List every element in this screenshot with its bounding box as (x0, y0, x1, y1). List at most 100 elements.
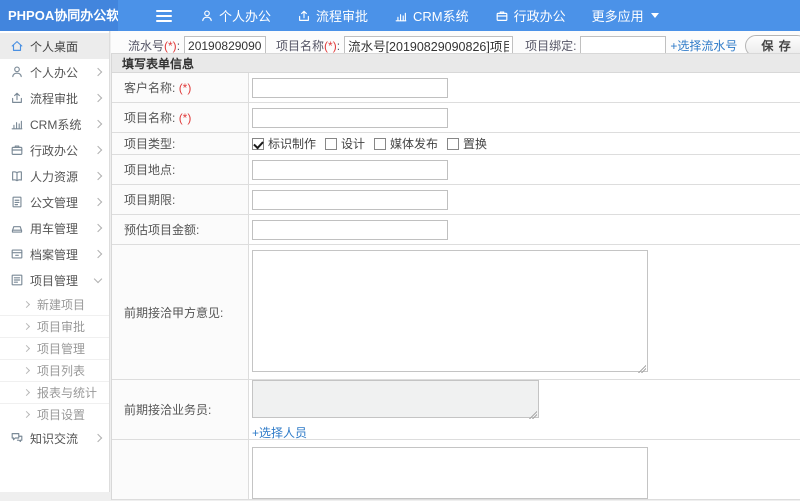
field-label-project-type: 项目类型: (112, 133, 249, 154)
field-area-project-duration (249, 185, 800, 214)
field-area-salesperson: +选择人员 (249, 380, 800, 439)
form-row-extra (112, 440, 800, 500)
chevron-right-icon (94, 68, 102, 76)
project-name-label: 项目名称(*): (276, 37, 340, 54)
caret-down-icon (651, 13, 659, 18)
topnav-item-personal-office[interactable]: 个人办公 (200, 6, 271, 25)
sidebar: 个人桌面个人办公流程审批CRM系统行政办公人力资源公文管理用车管理档案管理项目管… (0, 31, 110, 492)
chevron-right-icon (94, 198, 102, 206)
chevron-right-icon (94, 250, 102, 258)
chevron-right-icon (94, 146, 102, 154)
sidebar-item-project-management[interactable]: 项目管理 (0, 267, 109, 293)
sidebar-subitem-project-settings[interactable]: 项目设置 (0, 403, 109, 425)
checkbox-box-icon[interactable] (252, 138, 264, 150)
chevron-right-icon (94, 224, 102, 232)
form-section-title: 填写表单信息 (112, 53, 800, 73)
chevron-right-icon (23, 323, 30, 330)
home-icon (10, 39, 24, 53)
briefcase-icon (495, 9, 509, 23)
field-area-project-type: 标识制作设计媒体发布置换 (249, 133, 800, 154)
flow-icon (297, 9, 311, 23)
chart-icon (394, 9, 408, 23)
select-serial-link[interactable]: +选择流水号 (670, 37, 737, 54)
sidebar-item-personal-desktop[interactable]: 个人桌面 (0, 33, 109, 59)
chevron-right-icon (23, 389, 30, 396)
field-area-estimated-amount (249, 215, 800, 244)
field-area-customer-name (249, 73, 800, 102)
form-row-client-opinion: 前期接洽甲方意见: (112, 245, 800, 380)
extra-textarea[interactable] (252, 447, 648, 499)
sidebar-item-vehicle-management[interactable]: 用车管理 (0, 215, 109, 241)
sidebar-item-personal-office[interactable]: 个人办公 (0, 59, 109, 85)
form-row-project-name: 项目名称: (*) (112, 103, 800, 133)
app-logo: PHPOA协同办公软件 (0, 0, 118, 31)
flow-icon (10, 91, 24, 105)
checkbox-1[interactable]: 设计 (325, 135, 365, 152)
sidebar-item-archive-management[interactable]: 档案管理 (0, 241, 109, 267)
customer-name-input[interactable] (252, 78, 448, 98)
top-nav: 个人办公 流程审批 CRM系统 行政办公 更多应用 (200, 6, 685, 25)
field-label-project-duration: 项目期限: (112, 185, 249, 214)
sidebar-item-human-resources[interactable]: 人力资源 (0, 163, 109, 189)
form-row-salesperson: 前期接洽业务员: +选择人员 (112, 380, 800, 440)
car-icon (10, 221, 24, 235)
topnav-item-more-apps[interactable]: 更多应用 (592, 6, 659, 25)
checkbox-0[interactable]: 标识制作 (252, 135, 316, 152)
project-name-input[interactable] (252, 108, 448, 128)
project-bind-label: 项目绑定: (525, 37, 576, 54)
field-label-customer-name: 客户名称: (*) (112, 73, 249, 102)
sidebar-item-knowledge-exchange[interactable]: 知识交流 (0, 425, 109, 451)
field-label-project-location: 项目地点: (112, 155, 249, 184)
chevron-right-icon (94, 434, 102, 442)
topnav-item-crm-system[interactable]: CRM系统 (394, 6, 469, 25)
sidebar-submenu-project: 新建项目项目审批项目管理项目列表报表与统计项目设置 (0, 293, 109, 425)
top-header: PHPOA协同办公软件 个人办公 流程审批 CRM系统 行政办公 更多应用 (0, 0, 800, 31)
doc-icon (10, 195, 24, 209)
form-row-project-duration: 项目期限: (112, 185, 800, 215)
topnav-item-workflow-approval[interactable]: 流程审批 (297, 6, 368, 25)
field-area-extra (249, 440, 800, 499)
chat-icon (10, 431, 24, 445)
field-label-estimated-amount: 预估项目金额: (112, 215, 249, 244)
topnav-item-admin-office[interactable]: 行政办公 (495, 6, 566, 25)
project-type-options: 标识制作设计媒体发布置换 (252, 135, 496, 152)
checkbox-box-icon[interactable] (447, 138, 459, 150)
sidebar-subitem-project-manage[interactable]: 项目管理 (0, 337, 109, 359)
field-area-project-name (249, 103, 800, 132)
chevron-right-icon (23, 345, 30, 352)
field-area-client-opinion (249, 245, 800, 379)
sidebar-item-crm-system[interactable]: CRM系统 (0, 111, 109, 137)
menu-toggle-icon[interactable] (156, 10, 172, 22)
sidebar-subitem-project-approval[interactable]: 项目审批 (0, 315, 109, 337)
checkbox-3[interactable]: 置换 (447, 135, 487, 152)
chevron-right-icon (23, 367, 30, 374)
sidebar-item-admin-office[interactable]: 行政办公 (0, 137, 109, 163)
sidebar-subitem-project-list[interactable]: 项目列表 (0, 359, 109, 381)
field-label-project-name: 项目名称: (*) (112, 103, 249, 132)
serial-label: 流水号(*): (128, 37, 180, 54)
sidebar-subitem-report-statistics[interactable]: 报表与统计 (0, 381, 109, 403)
chevron-right-icon (94, 94, 102, 102)
archive-icon (10, 247, 24, 261)
form-panel: 填写表单信息 客户名称: (*)项目名称: (*)项目类型: 标识制作设计媒体发… (111, 53, 800, 500)
book-icon (10, 169, 24, 183)
client-opinion-textarea[interactable] (252, 250, 648, 372)
field-label-extra (112, 440, 249, 499)
checkbox-2[interactable]: 媒体发布 (374, 135, 438, 152)
sidebar-item-workflow-approval[interactable]: 流程审批 (0, 85, 109, 111)
project-duration-input[interactable] (252, 190, 448, 210)
form-row-estimated-amount: 预估项目金额: (112, 215, 800, 245)
project-location-input[interactable] (252, 160, 448, 180)
briefcase-icon (10, 143, 24, 157)
person-icon (10, 65, 24, 79)
field-label-client-opinion: 前期接洽甲方意见: (112, 245, 249, 379)
sidebar-item-document-management[interactable]: 公文管理 (0, 189, 109, 215)
sidebar-subitem-new-project[interactable]: 新建项目 (0, 293, 109, 315)
salesperson-textarea (252, 380, 539, 418)
chevron-down-icon (94, 274, 102, 282)
estimated-amount-input[interactable] (252, 220, 448, 240)
chart-icon (10, 117, 24, 131)
form-row-customer-name: 客户名称: (*) (112, 73, 800, 103)
checkbox-box-icon[interactable] (374, 138, 386, 150)
checkbox-box-icon[interactable] (325, 138, 337, 150)
